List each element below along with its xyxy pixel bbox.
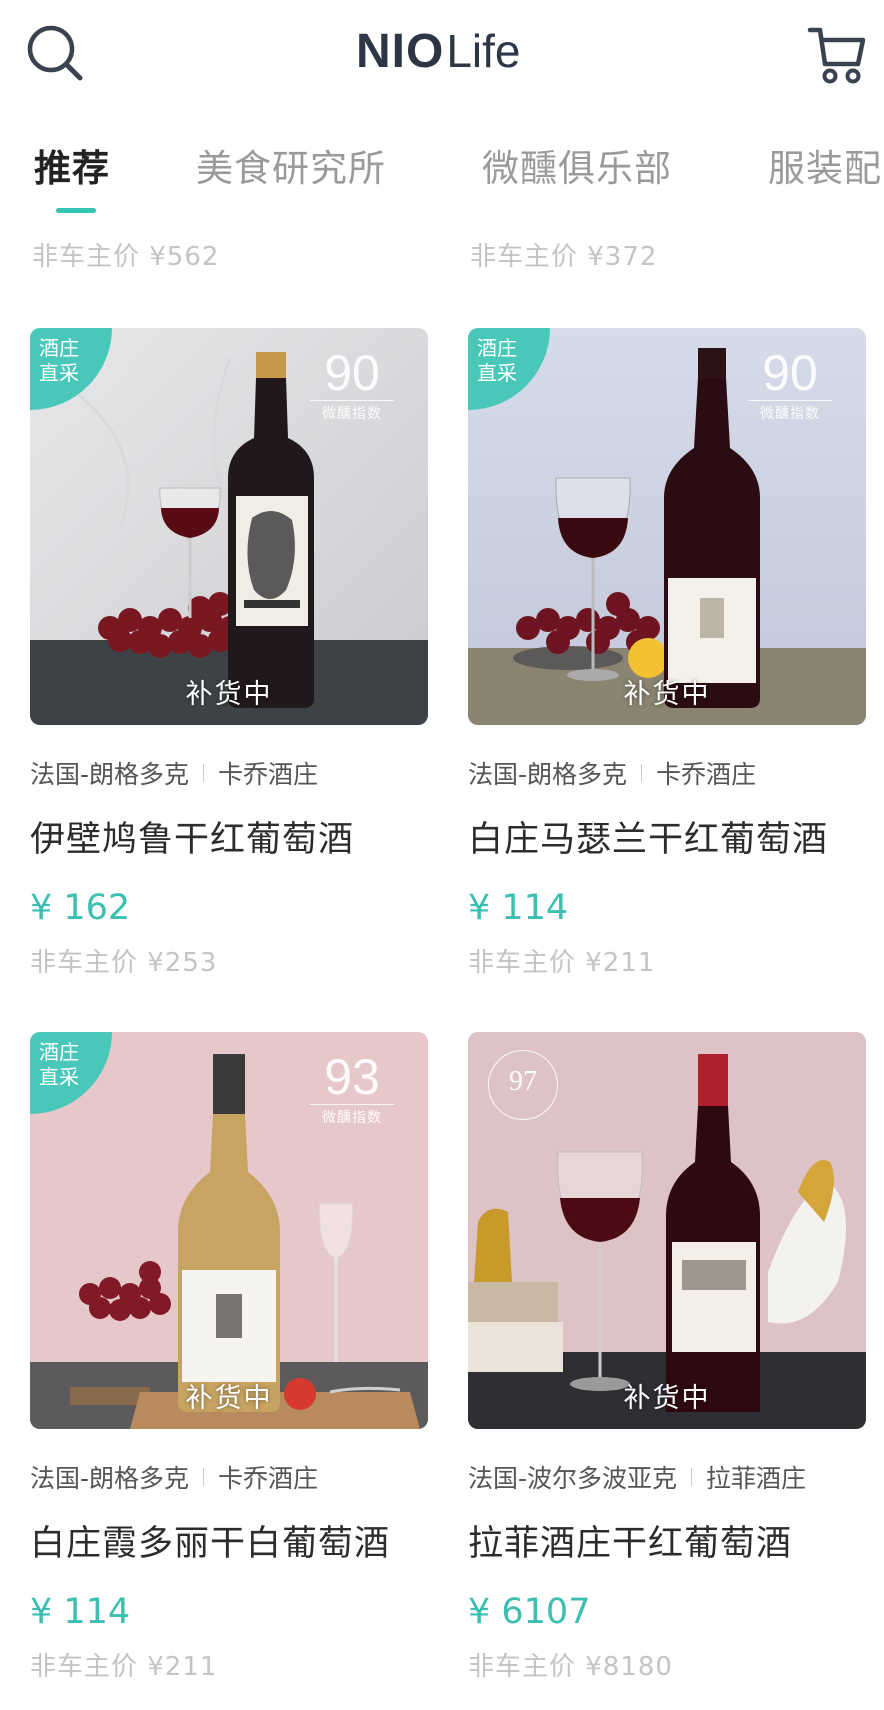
previous-member-price: 非车主价 ¥372 (470, 242, 658, 272)
origin-divider (691, 1468, 693, 1486)
owner-price: ¥ 162 (30, 888, 131, 928)
product-region: 法国-朗格多克 (468, 760, 628, 789)
badge-line-1: 酒庄 (39, 1040, 79, 1064)
tab-tipsy-club[interactable]: 微醺俱乐部 (482, 138, 672, 192)
tipsy-score-label: 微醺指数 (322, 406, 382, 422)
origin-divider (641, 764, 643, 782)
tipsy-score-value: 90 (324, 345, 380, 401)
non-owner-price: 非车主价 ¥211 (30, 1652, 218, 1682)
product-name[interactable]: 白庄马瑟兰干红葡萄酒 (468, 811, 866, 862)
product-winery: 卡乔酒庄 (218, 760, 319, 789)
product-region: 法国-朗格多克 (30, 1464, 190, 1493)
owner-price: ¥ 114 (468, 888, 569, 928)
product-image[interactable]: 酒庄 直采 90 微醺指数 补货中 (468, 328, 866, 725)
tipsy-score-label: 微醺指数 (322, 1110, 382, 1126)
product-image[interactable]: 酒庄 直采 93 微醺指数 补货中 (30, 1032, 428, 1429)
non-owner-price: 非车主价 ¥8180 (468, 1652, 673, 1682)
tab-apparel[interactable]: 服装配 (768, 138, 882, 192)
restocking-label: 补货中 (623, 1383, 711, 1414)
badge-line-2: 直采 (39, 361, 79, 385)
restocking-label: 补货中 (185, 1383, 273, 1414)
product-image[interactable]: 酒庄 直采 90 微醺指数 补货中 (30, 328, 428, 725)
product-name[interactable]: 伊壁鸠鲁干红葡萄酒 (30, 811, 428, 862)
logo-life-text: Life (446, 25, 521, 77)
product-card[interactable]: 酒庄 直采 90 微醺指数 补货中 法国-朗格多克 卡乔酒庄 白庄马瑟兰干红葡萄… (468, 328, 866, 979)
product-origin: 法国-朗格多克 卡乔酒庄 (30, 1459, 428, 1495)
product-origin: 法国-朗格多克 卡乔酒庄 (468, 755, 866, 791)
tipsy-score-value: 93 (324, 1049, 380, 1105)
product-origin: 法国-波尔多波亚克 拉菲酒庄 (468, 1459, 866, 1495)
tipsy-score: 90 微醺指数 (302, 348, 402, 423)
active-tab-indicator (56, 208, 96, 213)
badge-line-2: 直采 (477, 361, 517, 385)
tipsy-score: 90 微醺指数 (740, 348, 840, 423)
origin-divider (203, 764, 205, 782)
tab-recommended[interactable]: 推荐 (34, 138, 110, 192)
badge-line-1: 酒庄 (477, 336, 517, 360)
score-seal-icon: 97 (488, 1050, 558, 1120)
product-winery: 拉菲酒庄 (706, 1464, 807, 1493)
origin-divider (203, 1468, 205, 1486)
tab-food-lab[interactable]: 美食研究所 (196, 138, 386, 192)
tipsy-score-value: 90 (762, 345, 818, 401)
product-origin: 法国-朗格多克 卡乔酒庄 (30, 755, 428, 791)
search-icon[interactable] (24, 22, 88, 86)
product-card[interactable]: 97 补货中 法国-波尔多波亚克 拉菲酒庄 拉菲酒庄干红葡萄酒 ¥ 6107 非… (468, 1032, 866, 1683)
cart-icon[interactable] (806, 24, 870, 88)
product-region: 法国-朗格多克 (30, 760, 190, 789)
seal-score-value: 97 (509, 1066, 537, 1097)
product-region: 法国-波尔多波亚克 (468, 1464, 678, 1493)
owner-price: ¥ 6107 (468, 1592, 591, 1632)
restocking-label: 补货中 (185, 679, 273, 710)
badge-line-1: 酒庄 (39, 336, 79, 360)
product-card[interactable]: 酒庄 直采 90 微醺指数 补货中 法国-朗格多克 卡乔酒庄 伊壁鸠鲁干红葡萄酒… (30, 328, 428, 979)
product-image[interactable]: 97 补货中 (468, 1032, 866, 1429)
nio-life-logo: NIO Life (356, 24, 521, 80)
restocking-label: 补货中 (623, 679, 711, 710)
badge-line-2: 直采 (39, 1065, 79, 1089)
product-winery: 卡乔酒庄 (656, 760, 757, 789)
product-name[interactable]: 拉菲酒庄干红葡萄酒 (468, 1515, 866, 1566)
non-owner-price: 非车主价 ¥211 (468, 948, 656, 978)
logo-nio-text: NIO (356, 25, 445, 78)
previous-member-price: 非车主价 ¥562 (32, 242, 220, 272)
category-tabs: 推荐 美食研究所 微醺俱乐部 服装配 (0, 128, 884, 218)
tipsy-score: 93 微醺指数 (302, 1052, 402, 1127)
product-card[interactable]: 酒庄 直采 93 微醺指数 补货中 法国-朗格多克 卡乔酒庄 白庄霞多丽干白葡萄… (30, 1032, 428, 1683)
app-header: NIO Life (0, 0, 884, 115)
product-winery: 卡乔酒庄 (218, 1464, 319, 1493)
tipsy-score-label: 微醺指数 (760, 406, 820, 422)
non-owner-price: 非车主价 ¥253 (30, 948, 218, 978)
product-name[interactable]: 白庄霞多丽干白葡萄酒 (30, 1515, 428, 1566)
owner-price: ¥ 114 (30, 1592, 131, 1632)
